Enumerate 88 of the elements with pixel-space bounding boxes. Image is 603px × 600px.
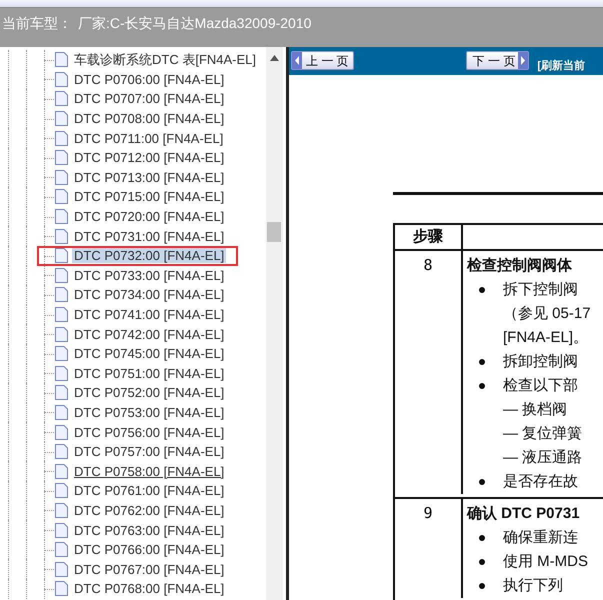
tree-item[interactable]: DTC P0763:00 [FN4A-EL] (72, 522, 226, 538)
document-icon (55, 130, 68, 146)
instruction-text: 确保重新连 (503, 528, 578, 548)
document-icon (55, 91, 68, 106)
tree-item[interactable]: DTC P0720:00 [FN4A-EL] (72, 209, 226, 224)
step-heading: 确认 DTC P0731 (467, 504, 580, 524)
document-icon (55, 424, 68, 440)
tree-item[interactable]: DTC P0715:00 [FN4A-EL] (72, 189, 226, 204)
instruction-text: 执行下列 (503, 576, 563, 596)
scroll-up-icon[interactable] (270, 55, 279, 61)
previous-page-button[interactable]: 上 一 页 (291, 51, 354, 70)
document-icon (55, 268, 68, 283)
instruction-text: 使用 M-MDS (503, 552, 588, 572)
step-number: 9 (423, 503, 433, 524)
bullet-icon (479, 479, 485, 485)
refresh-link[interactable]: [刷新当前 (537, 58, 586, 74)
document-icon (55, 444, 68, 460)
tree-item[interactable]: DTC P0761:00 [FN4A-EL] (72, 483, 226, 498)
instruction-text: 是否存在故 (503, 472, 578, 492)
document-icon (55, 248, 68, 264)
tree-item[interactable]: DTC P0734:00 [FN4A-EL] (72, 287, 226, 302)
tree-item[interactable]: DTC P0742:00 [FN4A-EL] (72, 326, 226, 342)
tree-item[interactable]: DTC P0707:00 [FN4A-EL] (72, 91, 226, 106)
bullet-icon (479, 383, 485, 389)
instruction-text: （参见 05-17 (503, 304, 591, 324)
instruction-text: 检查以下部 (503, 376, 578, 396)
bullet-icon (479, 583, 485, 589)
tree-item[interactable]: 车载诊断系统DTC 表[FN4A-EL] (72, 52, 258, 68)
document-icon (55, 111, 68, 126)
document-icon (55, 346, 68, 362)
tree-item[interactable]: DTC P0733:00 [FN4A-EL] (72, 268, 226, 283)
check-item-text: — 液压通路 (503, 448, 582, 468)
document-icon (55, 522, 68, 538)
step-heading: 检查控制阀阀体 (467, 256, 572, 276)
tree-item[interactable]: DTC P0706:00 [FN4A-EL] (72, 72, 226, 87)
document-icon (55, 502, 68, 518)
document-icon (55, 72, 68, 87)
step-number: 8 (423, 255, 433, 276)
tree-item[interactable]: DTC P0753:00 [FN4A-EL] (72, 404, 226, 420)
document-icon (55, 581, 68, 596)
tree-item[interactable]: DTC P0767:00 [FN4A-EL] (72, 562, 226, 577)
scrollbar[interactable] (266, 47, 283, 600)
document-icon (55, 228, 68, 244)
document-icon (55, 326, 68, 342)
tree-item[interactable]: DTC P0766:00 [FN4A-EL] (72, 542, 226, 558)
document-icon (55, 52, 68, 68)
document-icon (55, 366, 68, 381)
info-label: 当前车型： (2, 14, 72, 33)
document-icon (55, 385, 68, 400)
document-icon (55, 307, 68, 322)
tree-item[interactable]: DTC P0745:00 [FN4A-EL] (72, 346, 226, 362)
tree-item[interactable]: DTC P0768:00 [FN4A-EL] (72, 581, 226, 596)
document-icon (55, 209, 68, 224)
tree-item[interactable]: DTC P0731:00 [FN4A-EL] (72, 228, 226, 244)
document-icon (55, 562, 68, 577)
bullet-icon (479, 287, 485, 293)
tree-item[interactable]: DTC P0711:00 [FN4A-EL] (72, 130, 226, 146)
bullet-icon (479, 535, 485, 541)
bullet-icon (479, 359, 485, 365)
instruction-text: [FN4A-EL]。 (503, 328, 588, 348)
check-item-text: — 复位弹簧 (503, 424, 582, 444)
document-icon (55, 464, 68, 479)
tree-item[interactable]: DTC P0751:00 [FN4A-EL] (72, 366, 226, 381)
tree-item[interactable]: DTC P0732:00 [FN4A-EL] (72, 248, 226, 264)
document-icon (55, 287, 68, 302)
tree-item[interactable]: DTC P0713:00 [FN4A-EL] (72, 170, 226, 185)
bullet-icon (479, 559, 485, 565)
vehicle-model-text: 厂家:C-长安马自达Mazda32009-2010 (78, 14, 312, 33)
next-page-button[interactable]: 下 一 页 (466, 51, 530, 70)
tree-item[interactable]: DTC P0762:00 [FN4A-EL] (72, 502, 226, 518)
document-icon (55, 189, 68, 204)
tree-item[interactable]: DTC P0756:00 [FN4A-EL] (72, 424, 226, 440)
tree-item[interactable]: DTC P0708:00 [FN4A-EL] (72, 111, 226, 126)
column-header: 步骤 (413, 226, 443, 247)
instruction-text: 拆下控制阀 (503, 280, 578, 300)
scroll-thumb[interactable] (267, 222, 281, 242)
document-icon (55, 542, 68, 558)
tree-item[interactable]: DTC P0758:00 [FN4A-EL] (72, 464, 226, 479)
check-item-text: — 换档阀 (503, 400, 568, 420)
tree-item[interactable]: DTC P0757:00 [FN4A-EL] (72, 444, 226, 460)
tree-item[interactable]: DTC P0741:00 [FN4A-EL] (72, 307, 226, 322)
document-icon (55, 483, 68, 498)
document-icon (55, 170, 68, 185)
document-icon (55, 150, 68, 166)
instruction-text: 拆卸控制阀 (503, 352, 578, 372)
tree-item[interactable]: DTC P0712:00 [FN4A-EL] (72, 150, 226, 166)
document-icon (55, 404, 68, 420)
tree-item[interactable]: DTC P0752:00 [FN4A-EL] (72, 385, 226, 400)
